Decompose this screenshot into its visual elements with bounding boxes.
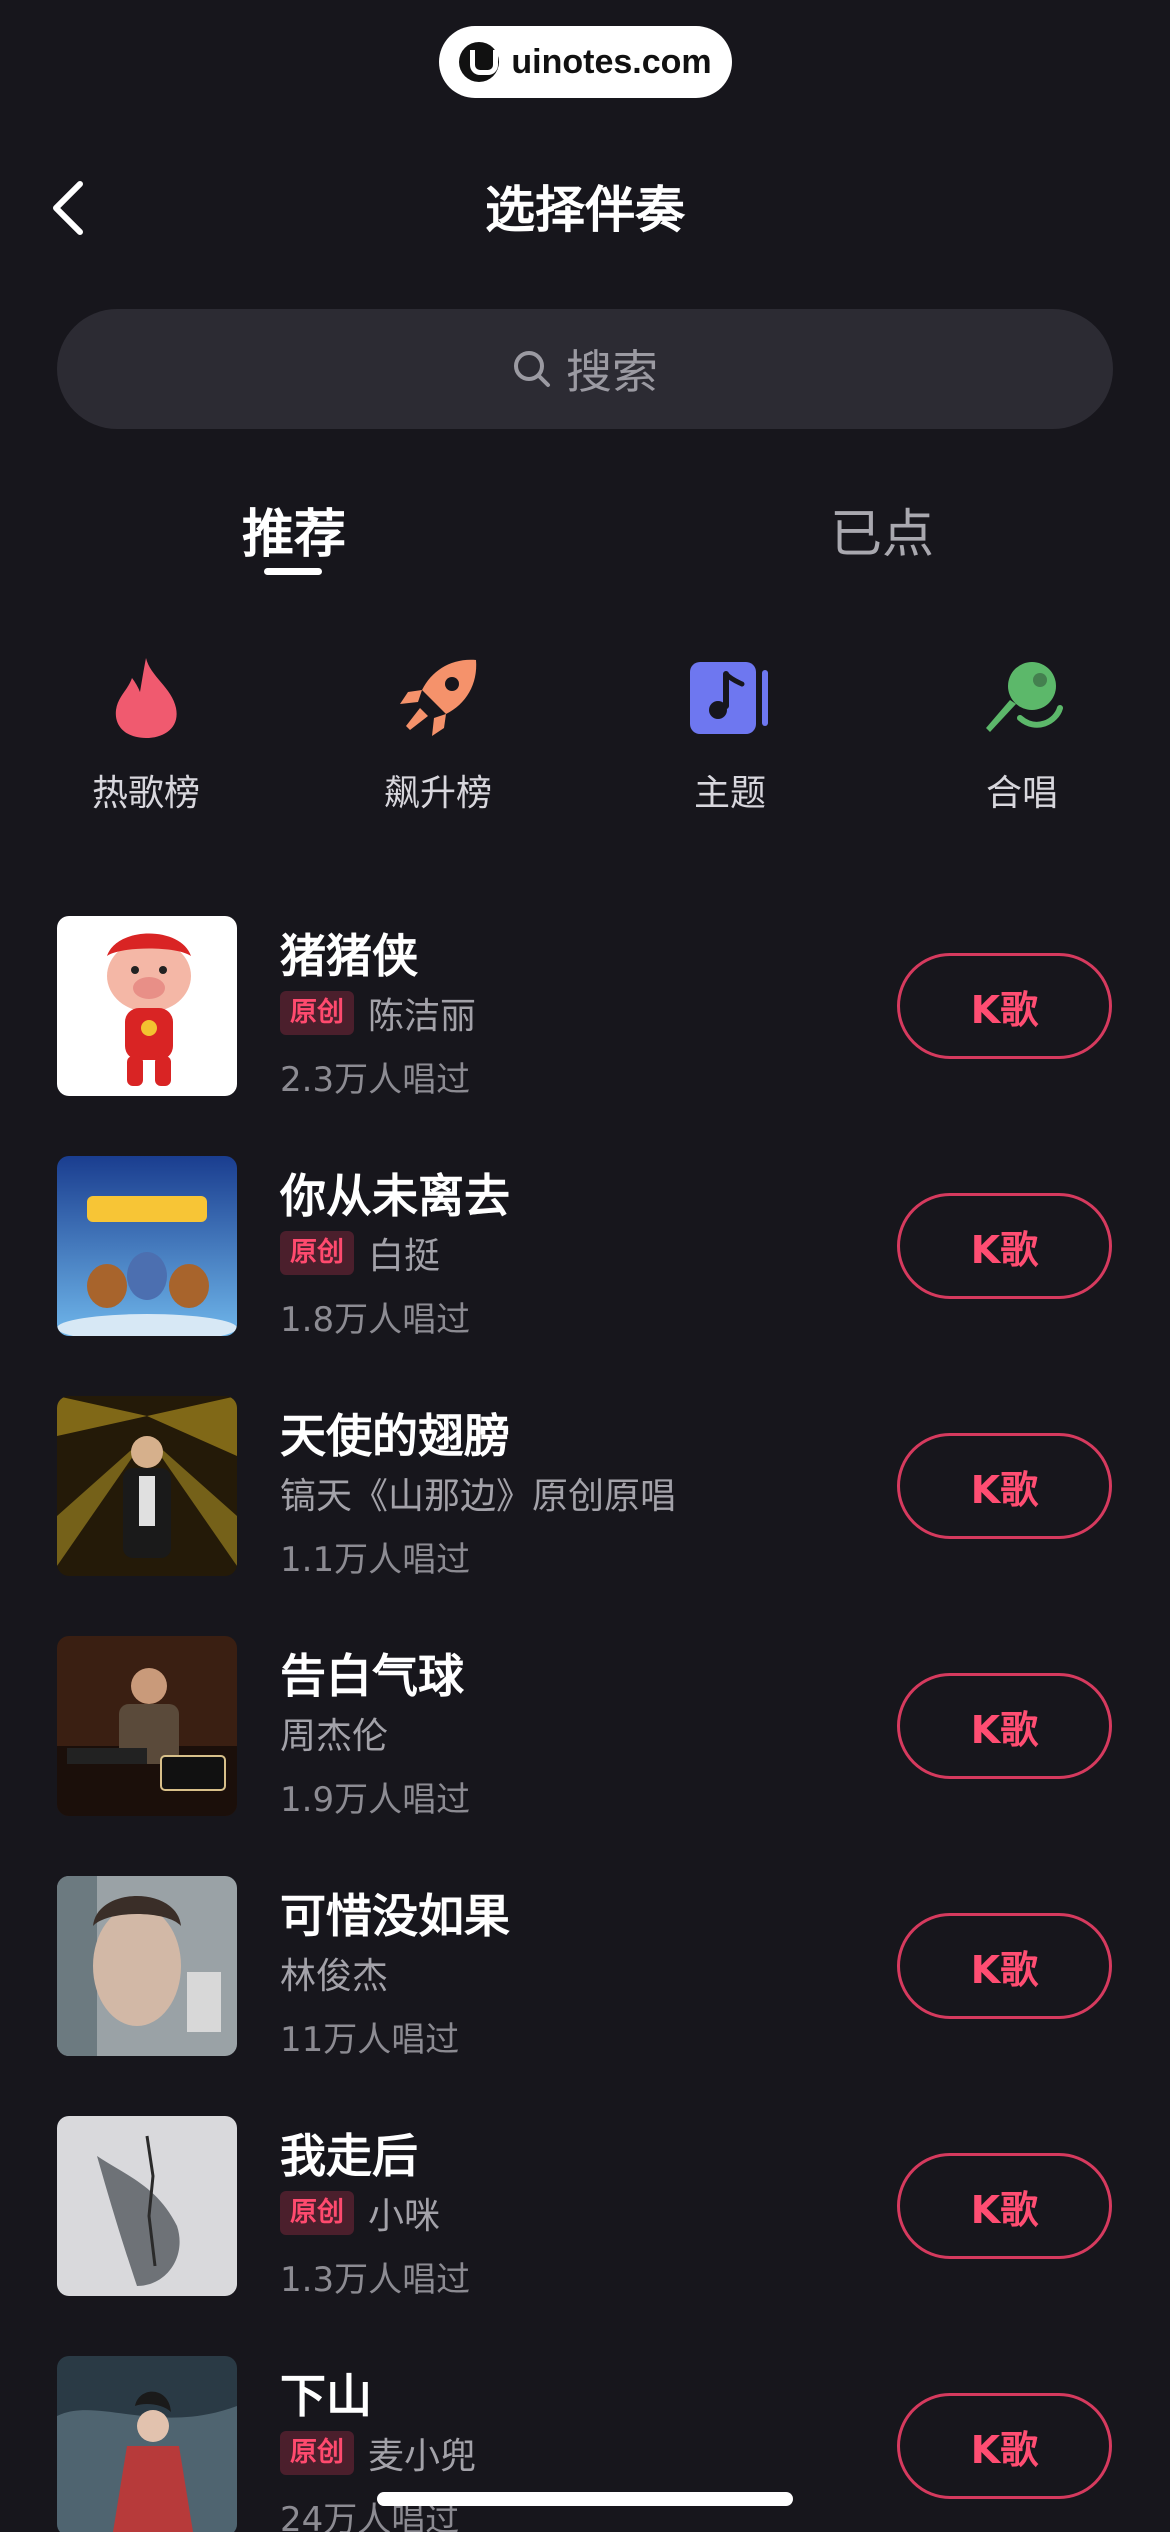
category-label: 飙升榜 <box>383 773 492 814</box>
flame-icon <box>98 650 194 746</box>
sing-count: 1.1万人唱过 <box>280 1540 471 1580</box>
song-meta: 周杰伦 <box>280 1710 389 1757</box>
sing-count: 1.9万人唱过 <box>280 1780 471 1820</box>
album-cover <box>57 1396 237 1576</box>
song-title: 告白气球 <box>280 1649 464 1703</box>
song-artist: 小咪 <box>368 2196 441 2237</box>
song-row[interactable]: 你从未离去 原创 白挺 1.8万人唱过 K歌 <box>0 1156 1170 1340</box>
song-row[interactable]: 可惜没如果 林俊杰 11万人唱过 K歌 <box>0 1876 1170 2060</box>
sing-count: 1.8万人唱过 <box>280 1300 471 1340</box>
song-title: 可惜没如果 <box>280 1889 510 1943</box>
song-meta: 林俊杰 <box>280 1950 389 1997</box>
karaoke-button[interactable]: K歌 <box>897 1193 1112 1299</box>
category-theme[interactable]: 主题 <box>630 650 830 816</box>
category-hot-chart[interactable]: 热歌榜 <box>46 650 246 816</box>
page-title: 选择伴奏 <box>485 181 685 239</box>
album-cover <box>57 916 237 1096</box>
watermark: uinotes.com <box>439 26 732 98</box>
karaoke-button[interactable]: K歌 <box>897 2153 1112 2259</box>
category-duet[interactable]: 合唱 <box>922 650 1122 816</box>
original-badge: 原创 <box>280 2191 354 2235</box>
song-title: 下山 <box>280 2369 372 2423</box>
song-title: 我走后 <box>280 2129 418 2183</box>
karaoke-button[interactable]: K歌 <box>897 1913 1112 2019</box>
original-badge: 原创 <box>280 991 354 1035</box>
karaoke-button[interactable]: K歌 <box>897 2393 1112 2499</box>
search-placeholder: 搜索 <box>566 345 658 399</box>
song-row[interactable]: 告白气球 周杰伦 1.9万人唱过 K歌 <box>0 1636 1170 1820</box>
tab-ordered[interactable]: 已点 <box>830 492 934 567</box>
album-cover <box>57 2116 237 2296</box>
sing-count: 2.3万人唱过 <box>280 1060 471 1100</box>
song-artist: 周杰伦 <box>280 1716 389 1757</box>
karaoke-button[interactable]: K歌 <box>897 1433 1112 1539</box>
song-meta: 原创 白挺 <box>280 1230 441 1277</box>
rocket-icon <box>390 650 486 746</box>
song-artist: 林俊杰 <box>280 1956 389 1997</box>
album-cover <box>57 1636 237 1816</box>
karaoke-button[interactable]: K歌 <box>897 953 1112 1059</box>
song-artist: 白挺 <box>368 1236 441 1277</box>
song-meta: 原创 陈洁丽 <box>280 990 477 1037</box>
song-meta: 原创 小咪 <box>280 2190 441 2237</box>
song-row[interactable]: 我走后 原创 小咪 1.3万人唱过 K歌 <box>0 2116 1170 2300</box>
category-label: 合唱 <box>985 773 1058 814</box>
watermark-text: uinotes.com <box>511 42 712 81</box>
album-cover <box>57 2356 237 2532</box>
song-title: 你从未离去 <box>280 1169 510 1223</box>
song-artist: 陈洁丽 <box>368 996 477 1037</box>
album-cover <box>57 1156 237 1336</box>
song-row[interactable]: 天使的翅膀 镐天《山那边》原创原唱 1.1万人唱过 K歌 <box>0 1396 1170 1580</box>
page: uinotes.com 选择伴奏 搜索 推荐 已点 热歌榜 飙升榜 主题 合唱 … <box>0 0 1170 2532</box>
song-title: 天使的翅膀 <box>280 1409 510 1463</box>
search-icon <box>514 351 550 387</box>
category-label: 主题 <box>693 773 766 814</box>
search-bar[interactable]: 搜索 <box>57 309 1113 429</box>
album-cover <box>57 1876 237 2056</box>
karaoke-button[interactable]: K歌 <box>897 1673 1112 1779</box>
category-label: 热歌榜 <box>91 773 200 814</box>
category-rising-chart[interactable]: 飙升榜 <box>338 650 538 816</box>
song-row[interactable]: 猪猪侠 原创 陈洁丽 2.3万人唱过 K歌 <box>0 916 1170 1100</box>
song-title: 猪猪侠 <box>280 929 418 983</box>
home-indicator[interactable] <box>377 2492 793 2506</box>
uinotes-logo-icon <box>459 42 500 82</box>
sing-count: 1.3万人唱过 <box>280 2260 471 2300</box>
tab-active-indicator <box>264 568 322 575</box>
music-note-icon <box>682 650 778 746</box>
song-meta: 原创 麦小兜 <box>280 2430 477 2477</box>
tab-recommended[interactable]: 推荐 <box>242 492 346 567</box>
microphone-icon <box>974 650 1070 746</box>
song-meta: 镐天《山那边》原创原唱 <box>280 1470 677 1517</box>
song-artist: 麦小兜 <box>368 2436 477 2477</box>
original-badge: 原创 <box>280 2431 354 2475</box>
song-artist: 镐天《山那边》原创原唱 <box>280 1476 677 1517</box>
sing-count: 11万人唱过 <box>280 2020 460 2060</box>
original-badge: 原创 <box>280 1231 354 1275</box>
